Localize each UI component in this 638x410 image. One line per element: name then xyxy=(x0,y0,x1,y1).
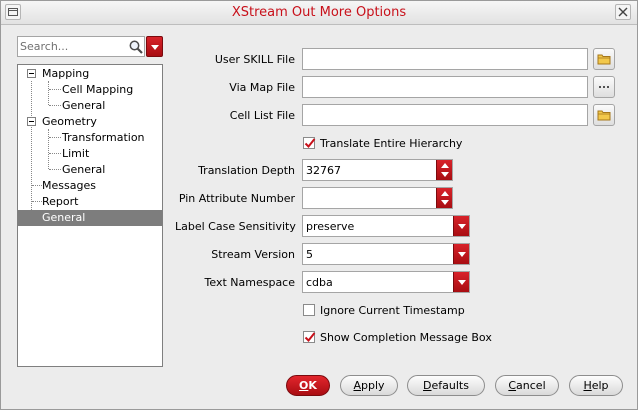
text-namespace-label: Text Namespace xyxy=(204,276,295,289)
checkmark-icon xyxy=(304,332,316,342)
decrement-icon[interactable] xyxy=(441,172,449,177)
cell-list-file-field xyxy=(302,104,588,126)
ok-label: K xyxy=(308,379,317,392)
user-skill-file-input[interactable] xyxy=(303,49,587,69)
defaults-button[interactable]: Defaults xyxy=(407,375,485,396)
tree-item-cell-mapping[interactable]: Cell Mapping xyxy=(18,82,162,98)
user-skill-file-browse-button[interactable] xyxy=(593,48,615,70)
pin-attribute-number-label: Pin Attribute Number xyxy=(178,192,295,205)
selected-value: cdba xyxy=(306,276,333,289)
category-tree: Mapping Cell Mapping General Geometry Tr… xyxy=(17,64,163,367)
pin-attribute-number-input[interactable] xyxy=(303,188,435,208)
selected-value: preserve xyxy=(306,220,355,233)
search-input[interactable] xyxy=(20,38,124,55)
user-skill-file-field xyxy=(302,48,588,70)
tree-item-messages[interactable]: Messages xyxy=(18,178,162,194)
folder-icon xyxy=(597,54,611,65)
ignore-timestamp-label: Ignore Current Timestamp xyxy=(320,304,465,317)
text-namespace-select[interactable]: cdba xyxy=(302,271,470,293)
pin-attribute-number-stepper[interactable] xyxy=(436,188,452,208)
tree-item-label: General xyxy=(42,211,86,224)
chevron-down-icon[interactable] xyxy=(453,216,469,236)
via-map-file-field xyxy=(302,76,588,98)
cell-list-file-browse-button[interactable] xyxy=(593,104,615,126)
user-skill-file-label: User SKILL File xyxy=(214,53,295,66)
defaults-label: efaults xyxy=(431,379,469,392)
tree-item-label: Geometry xyxy=(42,115,97,128)
show-completion-label: Show Completion Message Box xyxy=(320,331,492,344)
cancel-mnemonic: C xyxy=(508,379,517,392)
increment-icon[interactable] xyxy=(441,191,449,196)
collapse-icon[interactable] xyxy=(27,69,36,78)
translate-hierarchy-checkbox[interactable] xyxy=(303,137,316,149)
tree-item-geometry-general[interactable]: General xyxy=(18,162,162,178)
tree-item-transformation[interactable]: Transformation xyxy=(18,130,162,146)
ok-mnemonic: O xyxy=(299,379,309,392)
tree-item-label: Limit xyxy=(62,147,90,160)
tree-item-mapping[interactable]: Mapping xyxy=(18,66,162,82)
cancel-label: ancel xyxy=(516,379,546,392)
close-button[interactable] xyxy=(615,4,631,20)
chevron-down-icon[interactable] xyxy=(453,272,469,292)
help-button[interactable]: Help xyxy=(569,375,623,396)
help-label: elp xyxy=(591,379,609,392)
dialog-window: XStream Out More Options Ma xyxy=(0,0,638,410)
close-icon xyxy=(618,7,628,17)
tree-item-geometry[interactable]: Geometry xyxy=(18,114,162,130)
ignore-timestamp-checkbox[interactable] xyxy=(303,304,315,316)
tree-item-label: Messages xyxy=(42,179,96,192)
checkmark-icon xyxy=(304,138,316,148)
search-box xyxy=(17,36,145,57)
tree-item-mapping-general[interactable]: General xyxy=(18,98,162,114)
tree-item-limit[interactable]: Limit xyxy=(18,146,162,162)
via-map-file-label: Via Map File xyxy=(229,81,295,94)
search-options-dropdown[interactable] xyxy=(146,36,163,57)
show-completion-checkbox[interactable] xyxy=(303,331,316,343)
increment-icon[interactable] xyxy=(441,163,449,168)
translation-depth-label: Translation Depth xyxy=(198,164,295,177)
tree-item-label: Report xyxy=(42,195,79,208)
cell-list-file-label: Cell List File xyxy=(229,109,295,122)
collapse-icon[interactable] xyxy=(27,117,36,126)
stream-version-select[interactable]: 5 xyxy=(302,243,470,265)
label-case-sensitivity-label: Label Case Sensitivity xyxy=(175,220,296,233)
cell-list-file-input[interactable] xyxy=(303,105,587,125)
decrement-icon[interactable] xyxy=(441,200,449,205)
selected-value: 5 xyxy=(306,248,313,261)
ok-button[interactable]: OK xyxy=(286,375,330,396)
pin-attribute-number-spinbox xyxy=(302,187,453,209)
translation-depth-stepper[interactable] xyxy=(436,160,452,180)
stream-version-label: Stream Version xyxy=(211,248,295,261)
help-mnemonic: H xyxy=(583,379,592,392)
translation-depth-spinbox xyxy=(302,159,453,181)
tree-item-general[interactable]: General xyxy=(18,210,162,226)
tree-item-label: General xyxy=(62,163,106,176)
window-title: XStream Out More Options xyxy=(231,5,407,20)
apply-button[interactable]: Apply xyxy=(340,375,398,396)
apply-mnemonic: A xyxy=(353,379,361,392)
via-map-file-input[interactable] xyxy=(303,77,587,97)
folder-icon xyxy=(597,110,611,121)
translate-hierarchy-label: Translate Entire Hierarchy xyxy=(320,137,463,150)
translation-depth-input[interactable] xyxy=(303,160,435,180)
label-case-sensitivity-select[interactable]: preserve xyxy=(302,215,470,237)
tree-item-label: Mapping xyxy=(42,67,90,80)
cancel-button[interactable]: Cancel xyxy=(495,375,559,396)
ellipsis-icon xyxy=(599,86,609,88)
tree-item-report[interactable]: Report xyxy=(18,194,162,210)
tree-item-label: Transformation xyxy=(62,131,145,144)
tree-item-label: Cell Mapping xyxy=(62,83,134,96)
search-icon[interactable] xyxy=(128,39,144,55)
tree-item-label: General xyxy=(62,99,106,112)
title-bar[interactable]: XStream Out More Options xyxy=(1,1,637,25)
via-map-file-more-button[interactable] xyxy=(593,76,615,98)
defaults-mnemonic: D xyxy=(423,379,432,392)
chevron-down-icon[interactable] xyxy=(453,244,469,264)
apply-label: pply xyxy=(361,379,385,392)
